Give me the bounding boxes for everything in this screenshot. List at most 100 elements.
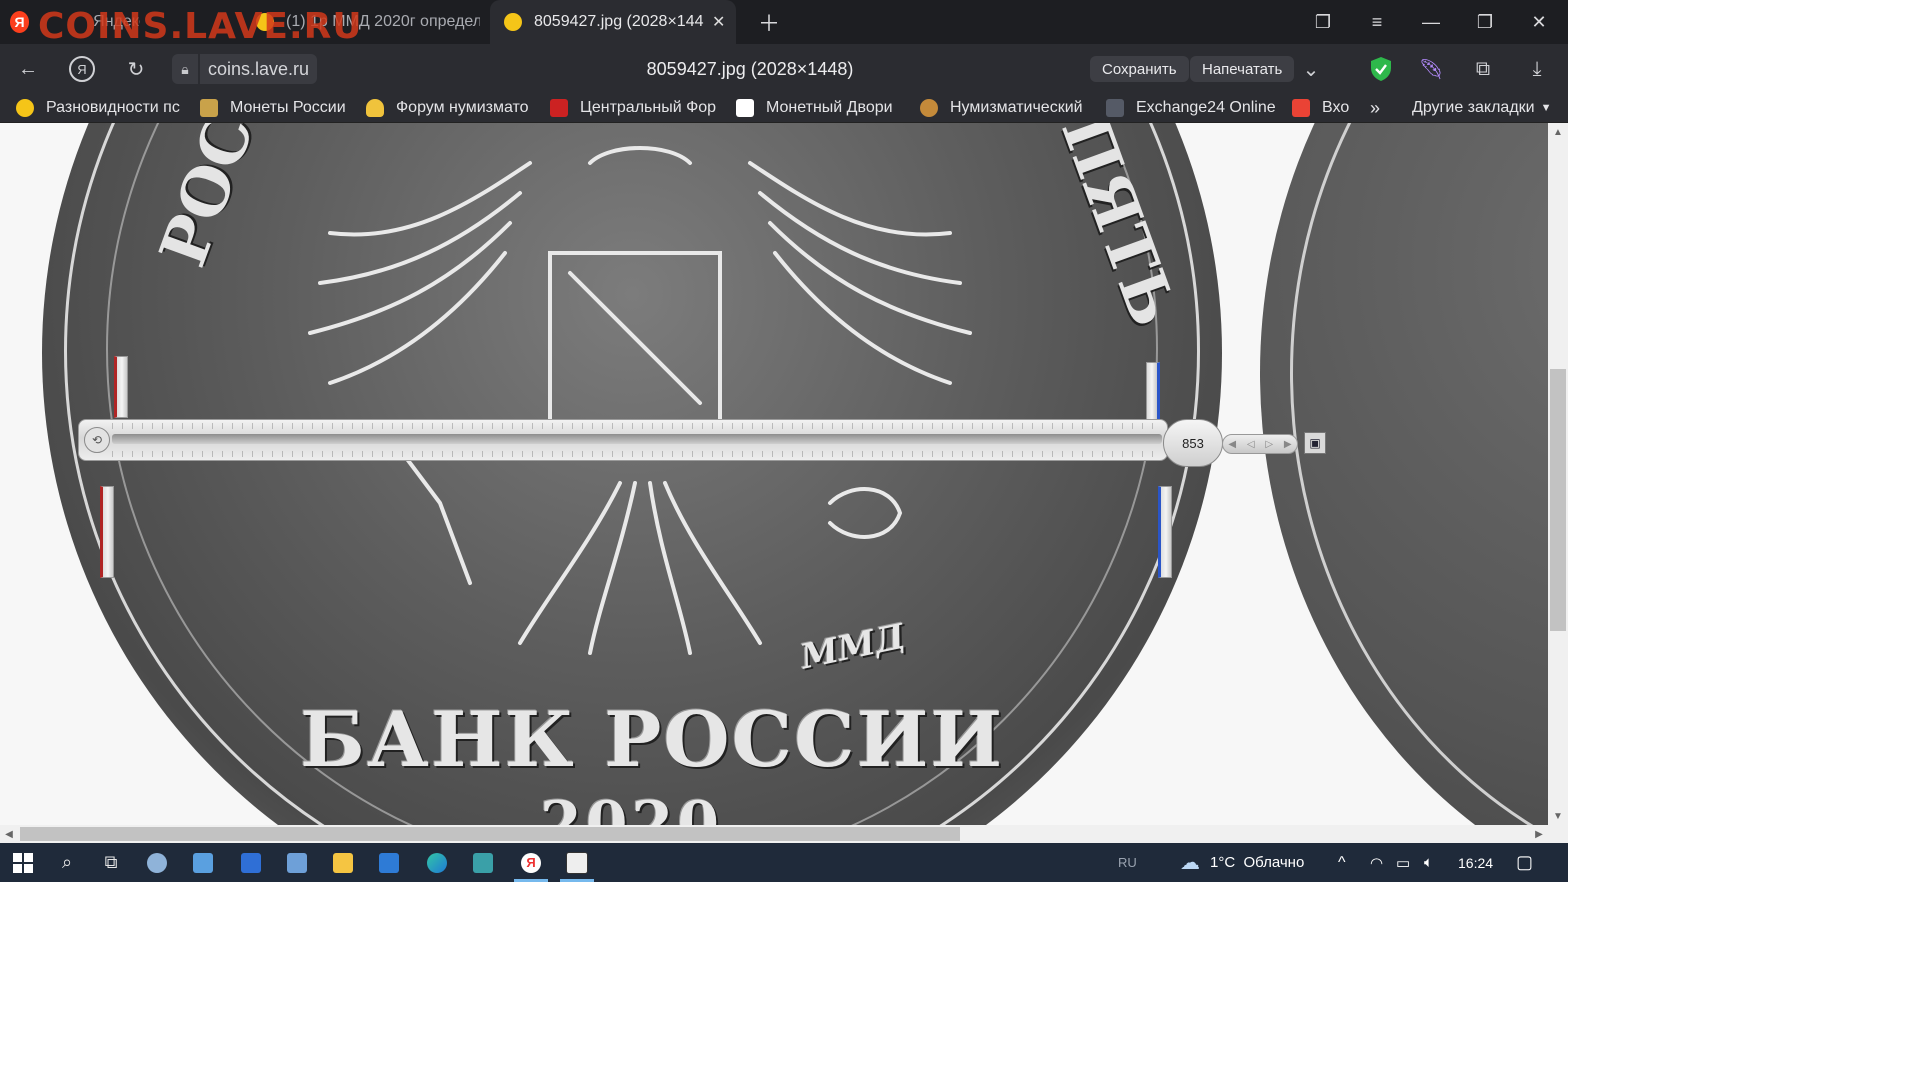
more-actions-button[interactable]: ⌄ — [1294, 53, 1328, 85]
weather-widget[interactable]: ☁ 1°C Облачно — [1180, 843, 1304, 882]
ruler-left-jaw[interactable] — [100, 486, 114, 578]
horizontal-scroll-thumb[interactable] — [20, 827, 960, 841]
bookmark-label: Центральный Фор — [580, 99, 717, 116]
taskbar-app[interactable] — [228, 843, 274, 882]
bookmark-label: Монеты России — [230, 99, 346, 116]
ruler-right-jaw[interactable] — [1158, 486, 1172, 578]
coin-rim — [1290, 123, 1548, 825]
bookmark-label: Монетный Двори — [766, 99, 893, 116]
network-button[interactable]: ◠ — [1370, 843, 1383, 882]
bookmark-item[interactable]: Нумизматический — [920, 94, 1088, 122]
url-text: coins.lave.ru — [200, 54, 318, 84]
search-button[interactable]: ⌕ — [44, 843, 90, 882]
vertical-scrollbar[interactable]: ▲ ▼ — [1548, 123, 1568, 825]
save-button[interactable]: Сохранить — [1090, 56, 1189, 82]
start-button[interactable] — [0, 843, 46, 882]
caret-down-icon: ▼ — [1540, 102, 1552, 114]
step-back-icon[interactable]: ◀ — [1228, 439, 1236, 450]
scroll-right-icon[interactable]: ▶ — [1530, 825, 1548, 843]
scroll-down-icon[interactable]: ▼ — [1548, 807, 1568, 825]
bookmark-item[interactable]: Вхо — [1292, 94, 1354, 122]
minimize-icon: — — [1422, 11, 1440, 32]
notifications-button[interactable]: ▢ — [1516, 843, 1533, 882]
bookmark-label: Форум нумизмато — [396, 99, 529, 116]
collections-button[interactable]: ❐ — [1298, 0, 1348, 44]
restore-button[interactable]: ❐ — [1460, 0, 1510, 44]
language-indicator[interactable]: RU — [1118, 843, 1137, 882]
search-icon: ⌕ — [61, 852, 73, 872]
ruler-readout[interactable]: 853 — [1163, 419, 1223, 467]
scroll-left-icon[interactable]: ◀ — [0, 825, 18, 843]
app-globe-icon — [147, 852, 167, 873]
hand-icon — [366, 99, 384, 117]
taskbar-app[interactable] — [366, 843, 412, 882]
taskbar-yandex-browser[interactable]: Я — [508, 843, 554, 882]
taskbar-app[interactable] — [460, 843, 506, 882]
lock-icon[interactable]: 🔒︎ — [172, 54, 198, 84]
taskbar-app[interactable] — [414, 843, 460, 882]
minimize-button[interactable]: — — [1406, 0, 1456, 44]
task-view-button[interactable]: ⧉ — [88, 843, 134, 882]
downloads-button[interactable]: ⤓ — [1520, 53, 1554, 85]
image-viewport[interactable]: РОС ПЯТЬ ММД БАНК РОССИИ 2020 — [0, 123, 1548, 825]
close-tab-icon[interactable]: ✕ — [712, 12, 725, 32]
coin-legend-bank: БАНК РОССИИ — [300, 695, 1005, 784]
other-bookmarks-label: Другие закладки — [1412, 99, 1535, 116]
ruler-app-icon[interactable]: ▣ — [1304, 432, 1326, 454]
scroll-up-icon[interactable]: ▲ — [1548, 123, 1568, 141]
feather-extension-button[interactable]: 🪶︎ — [1414, 53, 1448, 85]
print-button[interactable]: Напечатать — [1190, 56, 1295, 82]
step-forward-icon[interactable]: ▶ — [1284, 439, 1292, 450]
tab-image[interactable]: 8059427.jpg (2028×1448) ✕ — [490, 0, 736, 44]
volume-button[interactable]: 🔈︎ — [1424, 843, 1433, 882]
ruler-right-jaw-top[interactable] — [1146, 362, 1160, 422]
address-bar: ← Я ↻ 🔒︎ coins.lave.ru 8059427.jpg (2028… — [0, 44, 1568, 94]
taskbar: ⌕ ⧉ Я RU ☁ 1°C Облачно ^ ◠ ▭ 🔈︎ 16:24 ▢ — [0, 843, 1568, 882]
taskbar-app[interactable] — [274, 843, 320, 882]
reload-button[interactable]: ↻ — [120, 53, 152, 85]
feather-icon: 🪶︎ — [1418, 58, 1444, 81]
bookmark-item[interactable]: Exchange24 Online — [1106, 94, 1276, 122]
extensions-icon: ⧉ — [1475, 57, 1491, 80]
close-window-button[interactable]: ✕ — [1514, 0, 1564, 44]
shield-icon — [1371, 57, 1391, 81]
coin-year: 2020 — [540, 789, 723, 825]
bookmark-item[interactable]: Форум нумизмато — [366, 94, 532, 122]
new-tab-button[interactable]: ＋ — [752, 0, 786, 44]
taskbar-app[interactable] — [180, 843, 226, 882]
horizontal-scrollbar[interactable]: ◀ ▶ — [0, 825, 1548, 843]
taskbar-app[interactable] — [320, 843, 366, 882]
tabs-extension-button[interactable]: ⧉ — [1466, 53, 1500, 85]
protect-button[interactable] — [1364, 53, 1398, 85]
show-hidden-icons-button[interactable]: ^ — [1338, 843, 1346, 882]
screen-ruler[interactable]: ⟲ — [78, 419, 1168, 461]
more-bookmarks-button[interactable]: » — [1370, 94, 1390, 122]
url-field[interactable]: 🔒︎ coins.lave.ru — [172, 53, 318, 85]
bookmark-item[interactable]: Центральный Фор — [550, 94, 718, 122]
coins-icon — [200, 99, 218, 117]
folder-icon — [333, 852, 353, 873]
clock[interactable]: 16:24 — [1458, 843, 1493, 882]
chevron-down-icon: ⌄ — [1302, 58, 1320, 81]
battery-button[interactable]: ▭ — [1396, 843, 1410, 882]
taskbar-app[interactable] — [134, 843, 180, 882]
download-icon: ⤓ — [1532, 57, 1542, 80]
windows-icon — [13, 852, 33, 873]
ruler-left-jaw-top[interactable] — [114, 356, 128, 418]
ruler-controls[interactable]: ◀ ◁ ▷ ▶ — [1222, 434, 1298, 454]
bookmark-item[interactable]: Монетный Двори — [736, 94, 904, 122]
prev-icon[interactable]: ◁ — [1247, 439, 1255, 450]
tab-bar: Я Яндекс (1) 1р ММД 2020г определ 805942… — [0, 0, 1568, 47]
next-icon[interactable]: ▷ — [1265, 439, 1273, 450]
bookmark-label: Разновидности пс — [46, 99, 180, 116]
menu-button[interactable]: ≡ — [1352, 0, 1402, 44]
ruler-rotate-handle[interactable]: ⟲ — [84, 427, 110, 453]
vertical-scroll-thumb[interactable] — [1550, 369, 1566, 631]
other-bookmarks-button[interactable]: Другие закладки ▼ — [1412, 94, 1552, 122]
bookmark-item[interactable]: Разновидности пс — [16, 94, 182, 122]
bookmark-item[interactable]: Монеты России — [200, 94, 350, 122]
flag-icon — [550, 99, 568, 117]
taskbar-ruler-app[interactable] — [554, 843, 600, 882]
yandex-home-button[interactable]: Я — [66, 53, 98, 85]
back-button[interactable]: ← — [12, 53, 44, 85]
